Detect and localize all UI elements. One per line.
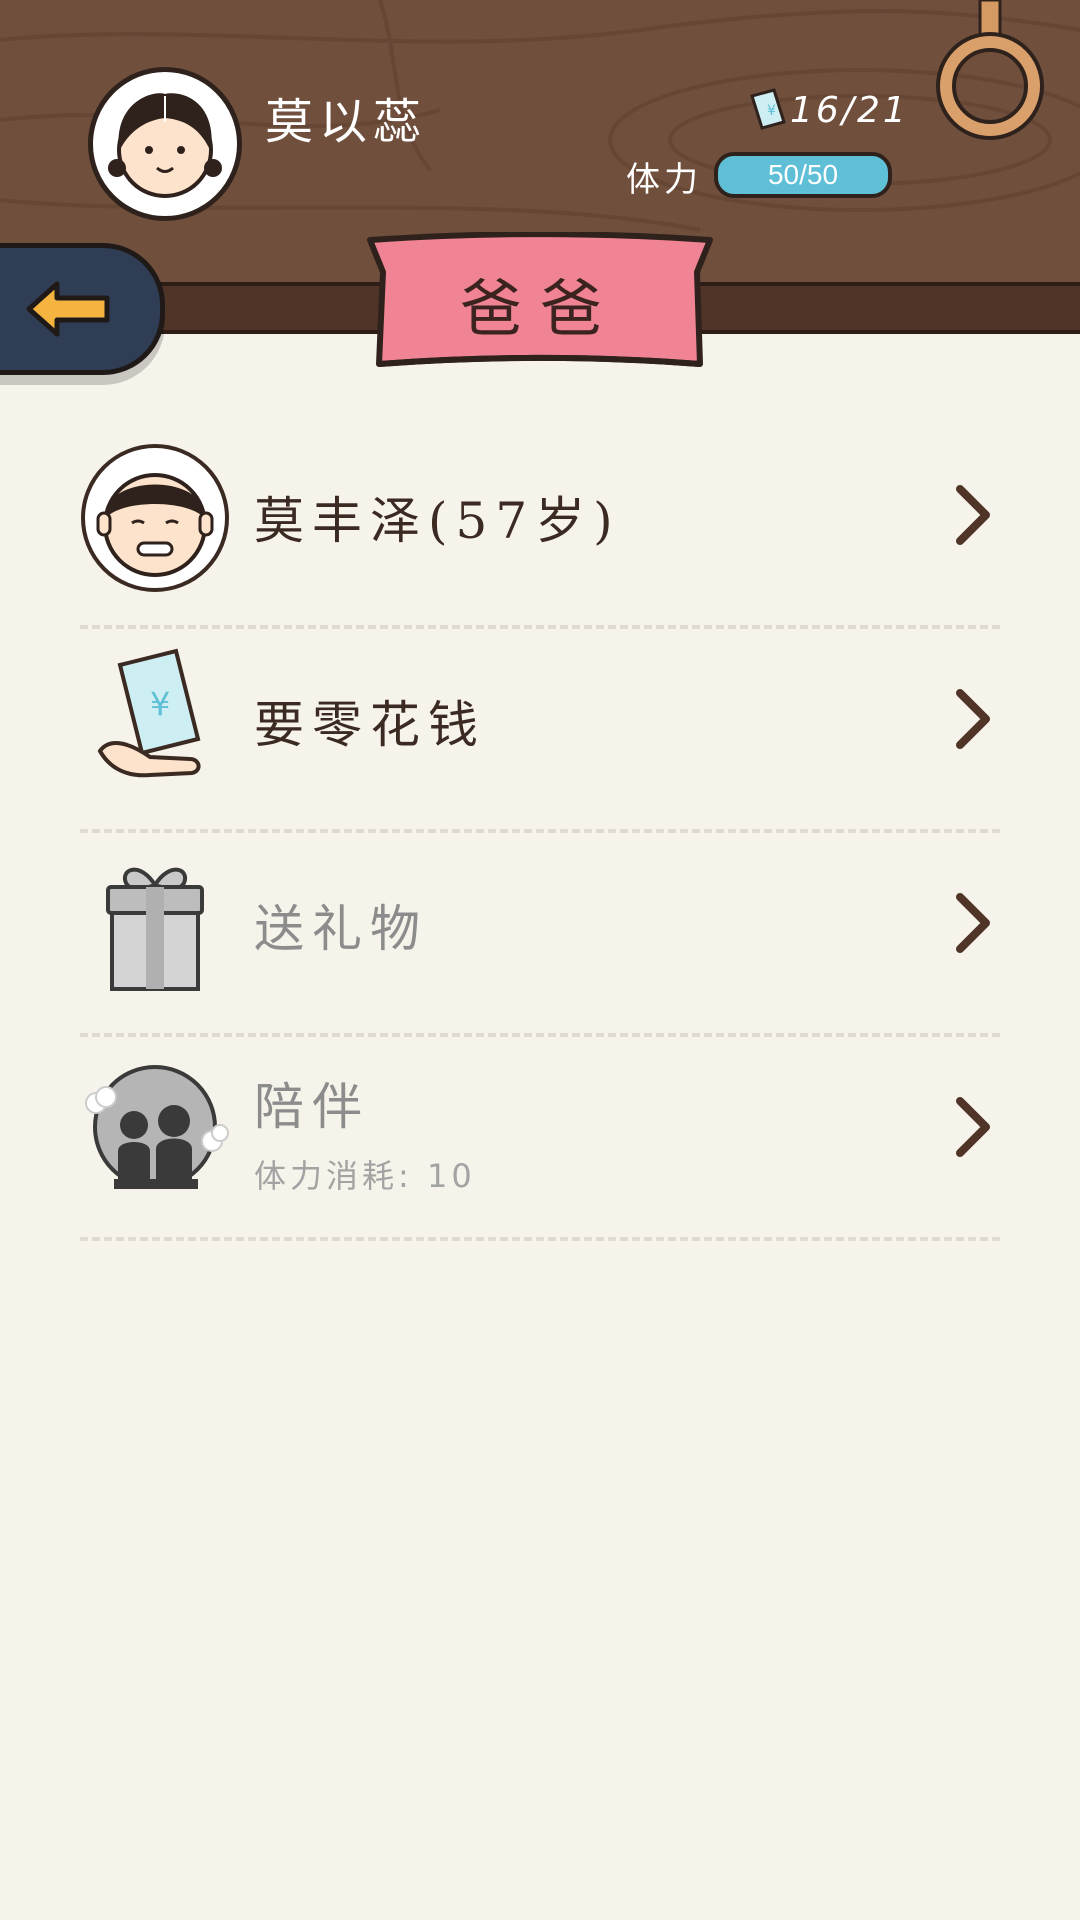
list-item-companion[interactable]: 陪伴 体力消耗: 10 (80, 1037, 1000, 1241)
money-icon: ¥ (750, 88, 786, 130)
list-item-pocket-money[interactable]: ¥ 要零花钱 (80, 629, 1000, 833)
gift-icon (106, 867, 204, 991)
list-item-label: 陪伴 (254, 1078, 370, 1136)
chevron-right-icon (956, 485, 990, 545)
list-item-label: 莫丰泽(57岁) (254, 492, 621, 550)
list-item-label: 要零花钱 (254, 696, 486, 754)
player-name: 莫以蕊 (265, 94, 428, 150)
list-item-label: 送礼物 (254, 900, 428, 958)
back-button[interactable] (0, 243, 165, 375)
father-avatar-icon (81, 444, 229, 592)
svg-text:¥: ¥ (767, 103, 776, 119)
pocket-money-icon: ¥ (97, 648, 201, 778)
chevron-right-icon (956, 689, 990, 749)
chevron-right-icon (956, 1097, 990, 1157)
money-count: 16/21 (790, 90, 909, 131)
back-arrow-icon (26, 281, 110, 337)
stamina-bar: 50/50 (714, 152, 892, 198)
stamina-label: 体力 (626, 160, 702, 200)
svg-text:¥: ¥ (150, 685, 170, 723)
page-title: 爸爸 (459, 272, 620, 345)
chevron-right-icon (956, 893, 990, 953)
stamina-cost-label: 体力消耗: 10 (254, 1157, 476, 1195)
player-avatar[interactable] (88, 67, 242, 221)
list-item-father[interactable]: 莫丰泽(57岁) (80, 425, 1000, 629)
girl-avatar-icon (108, 93, 222, 198)
companion-icon (85, 1065, 229, 1189)
hanging-ring-icon[interactable] (930, 0, 1050, 145)
action-list: 莫丰泽(57岁) ¥ 要零花钱 送礼物 陪伴 体力消耗: 10 (80, 425, 1000, 1241)
list-item-gift[interactable]: 送礼物 (80, 833, 1000, 1037)
